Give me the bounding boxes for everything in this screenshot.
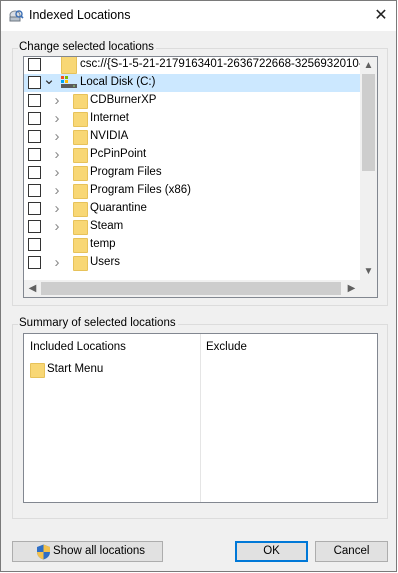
tree-row-label: Program Files: [90, 166, 162, 178]
tree-row[interactable]: csc://{S-1-5-21-2179163401-2636722668-32…: [24, 57, 369, 74]
vertical-scroll-thumb[interactable]: [362, 74, 375, 171]
chevron-down-icon[interactable]: ⌄: [42, 72, 56, 92]
location-checkbox[interactable]: [28, 256, 41, 269]
tree-row-label: temp: [90, 238, 116, 250]
folder-icon: [30, 363, 45, 378]
chevron-right-icon[interactable]: ›: [50, 110, 64, 128]
folder-icon: [73, 94, 88, 109]
tree-row[interactable]: › Quarantine: [24, 200, 360, 218]
tree-row[interactable]: temp: [24, 236, 360, 254]
tree-row[interactable]: › Steam: [24, 218, 360, 236]
tree-row-label: Users: [90, 256, 121, 268]
included-locations-header: Included Locations: [30, 341, 126, 353]
location-checkbox[interactable]: [28, 130, 41, 143]
tree-row-label: CDBurnerXP: [90, 94, 157, 106]
location-checkbox[interactable]: [28, 148, 41, 161]
folder-icon: [73, 256, 88, 271]
dialog-body: Change selected locations csc://{S-1-5-2…: [1, 31, 397, 572]
included-item-label: Start Menu: [47, 363, 104, 375]
folder-icon: [73, 184, 88, 199]
location-checkbox[interactable]: [28, 166, 41, 179]
cancel-button[interactable]: Cancel: [315, 541, 388, 562]
summary-label: Summary of selected locations: [18, 317, 178, 329]
chevron-right-icon[interactable]: ›: [50, 218, 64, 236]
scroll-left-arrow-icon[interactable]: ◀: [24, 280, 41, 297]
window-title: Indexed Locations: [29, 8, 131, 22]
folder-icon: [73, 148, 88, 163]
summary-list[interactable]: Included Locations Exclude Start Menu: [23, 333, 378, 503]
tree-row[interactable]: › NVIDIA: [24, 128, 360, 146]
location-checkbox[interactable]: [28, 58, 41, 71]
tree-row-label: Program Files (x86): [90, 184, 191, 196]
change-locations-group: Change selected locations csc://{S-1-5-2…: [12, 41, 388, 306]
tree-row[interactable]: › Internet: [24, 110, 360, 128]
location-checkbox[interactable]: [28, 94, 41, 107]
tree-row-label: Quarantine: [90, 202, 147, 214]
tree-row-label: csc://{S-1-5-21-2179163401-2636722668-32…: [80, 58, 370, 70]
tree-row-label: Internet: [90, 112, 129, 124]
close-button[interactable]: ✕: [364, 0, 398, 31]
chevron-right-icon[interactable]: ›: [50, 92, 64, 110]
tree-row[interactable]: › CDBurnerXP: [24, 92, 360, 110]
tree-row-label: Steam: [90, 220, 124, 232]
folder-icon: [73, 220, 88, 235]
scroll-right-arrow-icon[interactable]: ▶: [343, 280, 360, 297]
folder-icon: [61, 57, 77, 74]
folder-icon: [73, 166, 88, 181]
show-all-locations-button[interactable]: Show all locations: [12, 541, 163, 562]
chevron-right-icon[interactable]: ›: [50, 182, 64, 200]
tree-row-label: Local Disk (C:): [80, 76, 156, 88]
horizontal-scroll-thumb[interactable]: [41, 282, 341, 295]
tree-row[interactable]: › Program Files (x86): [24, 182, 360, 200]
chevron-right-icon[interactable]: ›: [50, 164, 64, 182]
tree-row[interactable]: ⌄ Local Disk (C:): [24, 72, 360, 92]
uac-shield-icon: [37, 544, 50, 560]
exclude-header: Exclude: [206, 341, 247, 353]
scrollbar-corner: [360, 280, 377, 297]
location-checkbox[interactable]: [28, 220, 41, 233]
chevron-right-icon[interactable]: ›: [50, 128, 64, 146]
horizontal-scrollbar[interactable]: ◀ ▶: [24, 280, 377, 297]
scroll-up-arrow-icon[interactable]: ▲: [360, 57, 377, 74]
tree-row-label: PcPinPoint: [90, 148, 147, 160]
ok-button[interactable]: OK: [235, 541, 308, 562]
title-bar: Indexed Locations ✕: [0, 0, 398, 31]
tree-row[interactable]: › PcPinPoint: [24, 146, 360, 164]
location-checkbox[interactable]: [28, 202, 41, 215]
location-checkbox[interactable]: [28, 112, 41, 125]
folder-icon: [73, 238, 88, 253]
folder-icon: [73, 202, 88, 217]
vertical-scrollbar[interactable]: ▲ ▼: [360, 57, 377, 280]
show-all-label: Show all locations: [53, 545, 146, 557]
column-divider: [200, 334, 201, 502]
folder-icon: [73, 130, 88, 145]
chevron-right-icon[interactable]: ›: [50, 200, 64, 218]
chevron-right-icon[interactable]: ›: [50, 254, 64, 272]
tree-row[interactable]: › Program Files: [24, 164, 360, 182]
included-item[interactable]: Start Menu: [30, 362, 190, 378]
chevron-right-icon[interactable]: ›: [50, 146, 64, 164]
change-locations-label: Change selected locations: [18, 41, 156, 53]
scroll-down-arrow-icon[interactable]: ▼: [360, 263, 377, 280]
location-checkbox[interactable]: [28, 76, 41, 89]
tree-row[interactable]: › Users: [24, 254, 360, 272]
summary-group: Summary of selected locations Included L…: [12, 317, 388, 519]
location-checkbox[interactable]: [28, 184, 41, 197]
location-checkbox[interactable]: [28, 238, 41, 251]
indexing-options-icon: [9, 10, 24, 22]
tree-row-label: NVIDIA: [90, 130, 129, 142]
folder-icon: [73, 112, 88, 127]
locations-tree[interactable]: csc://{S-1-5-21-2179163401-2636722668-32…: [23, 56, 378, 298]
drive-icon: [61, 76, 77, 88]
